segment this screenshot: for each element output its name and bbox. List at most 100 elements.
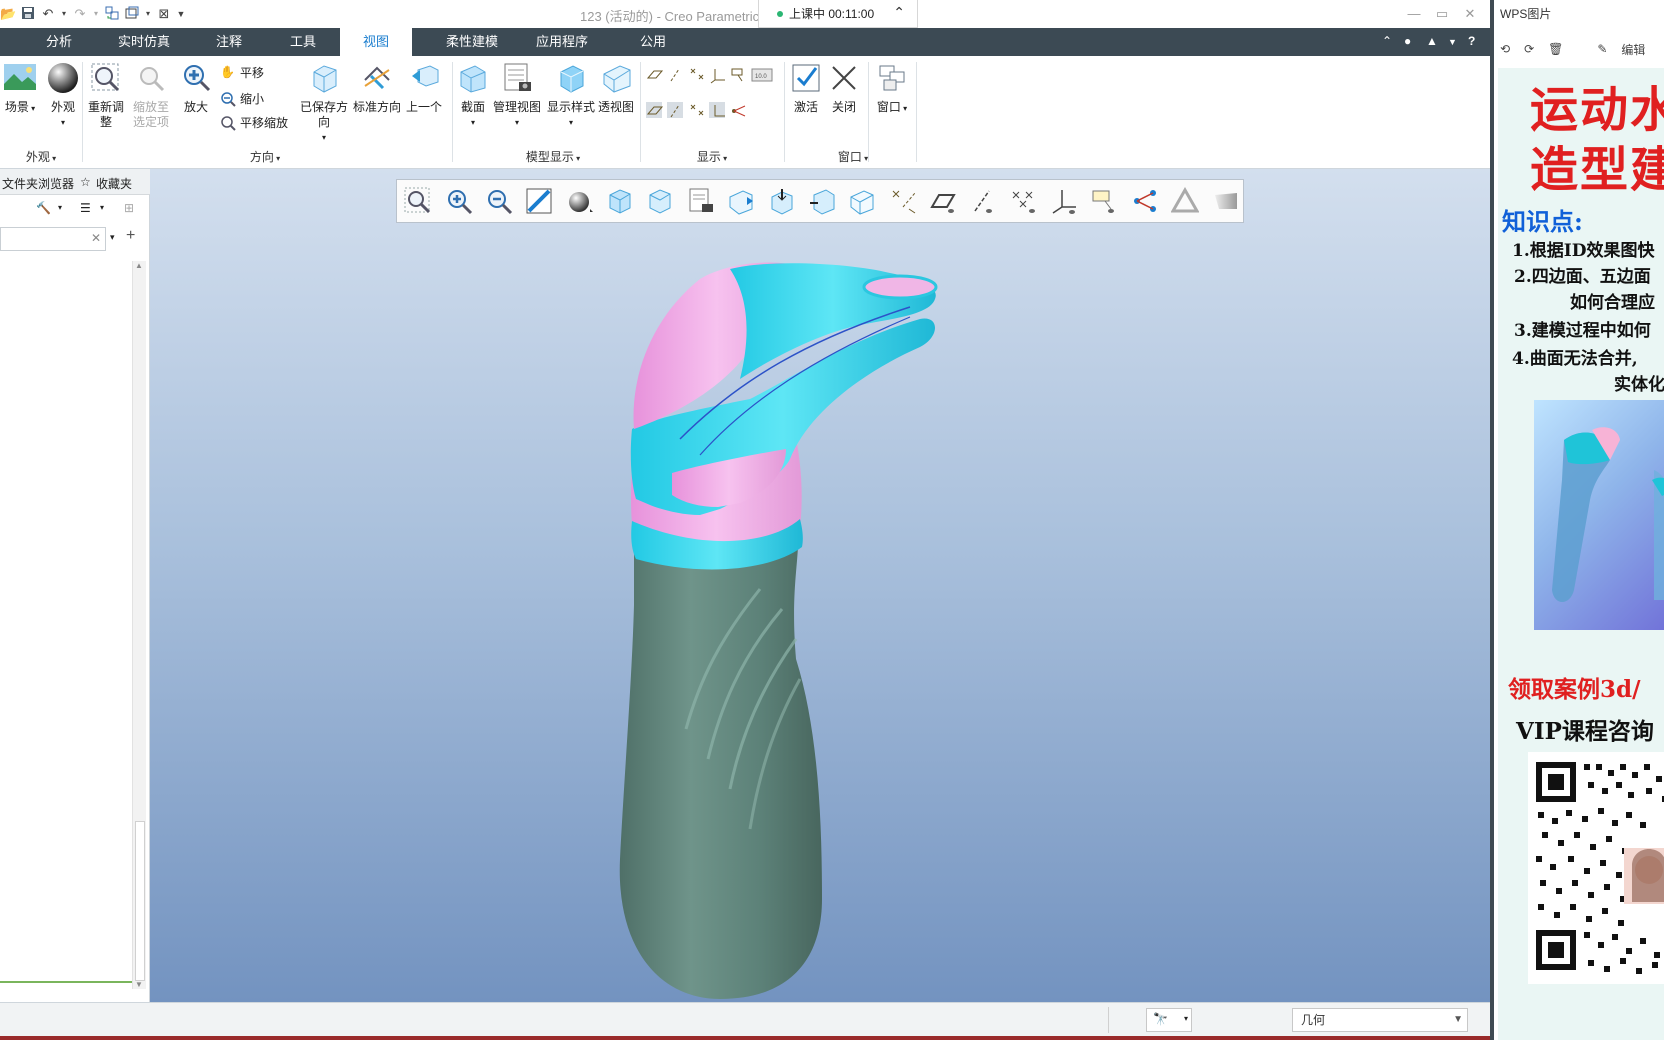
tree-settings-dropdown-icon[interactable]: ▾ — [58, 203, 62, 212]
plane-display-icon[interactable] — [646, 66, 664, 82]
tree-filter-icon[interactable]: ☰ — [80, 201, 91, 215]
plane-display-icon[interactable] — [926, 183, 960, 219]
saved-orientations-icon[interactable] — [603, 183, 637, 219]
refit-icon[interactable] — [401, 183, 435, 219]
annotation-display-icon[interactable] — [730, 66, 746, 82]
tree-columns-icon[interactable]: ⊞ — [124, 201, 134, 215]
selection-filter-select[interactable]: 几何 ▼ — [1292, 1008, 1468, 1032]
tab-applications[interactable]: 应用程序 — [530, 28, 594, 56]
standard-orientation-button[interactable]: 标准方向 — [352, 62, 402, 115]
delete-icon[interactable]: 🗑 — [1548, 42, 1563, 56]
clear-search-icon[interactable]: ✕ — [91, 231, 101, 245]
tab-common[interactable]: 公用 — [630, 28, 676, 56]
find-button[interactable]: 🔭 ▾ — [1146, 1008, 1192, 1032]
point-display-icon[interactable] — [1007, 183, 1041, 219]
rotate-right-icon[interactable]: ⟳ — [1524, 42, 1534, 56]
repaint-icon[interactable] — [522, 183, 556, 219]
edit-label[interactable]: 编辑 — [1621, 41, 1645, 58]
windows-button[interactable]: 窗口 ▾ — [872, 62, 912, 116]
previous-orientation-button[interactable]: 上一个 — [402, 62, 446, 115]
zoom-in-button[interactable]: 放大 — [178, 62, 214, 115]
tree-settings-icon[interactable]: 🔨 — [36, 201, 51, 215]
window-switch-icon[interactable] — [124, 6, 140, 22]
graphics-window[interactable] — [150, 169, 1490, 1002]
search-dropdown-icon[interactable]: ▾ — [110, 232, 115, 243]
display-mode-icon[interactable] — [1168, 183, 1202, 219]
zoom-to-selected-button[interactable]: 缩放至选定项 — [128, 62, 174, 130]
shading-sphere-icon[interactable] — [563, 183, 597, 219]
spin-view-icon[interactable] — [805, 183, 839, 219]
refit-button[interactable]: 重新调整 — [86, 62, 126, 130]
rotate-left-icon[interactable]: ⟲ — [1500, 42, 1510, 56]
tab-flexible-modeling[interactable]: 柔性建模 — [430, 28, 514, 56]
zoom-in-icon[interactable] — [441, 183, 475, 219]
display-style-icon[interactable] — [643, 183, 677, 219]
redo-icon[interactable]: ↷ — [72, 6, 88, 22]
recording-indicator[interactable]: 上课中 00:11:00 ⌃ — [758, 0, 918, 28]
tab-folder-browser[interactable]: 文件夹浏览器 — [2, 175, 74, 192]
scroll-down-icon[interactable]: ▼ — [135, 980, 143, 989]
tab-annotate[interactable]: 注释 — [206, 28, 252, 56]
save-icon[interactable] — [20, 6, 36, 22]
tab-tools[interactable]: 工具 — [280, 28, 326, 56]
plane-tag-display-icon[interactable] — [646, 102, 664, 118]
undo-icon[interactable]: ↶ — [40, 6, 56, 22]
tree-search-input[interactable]: ✕ — [0, 227, 106, 251]
regenerate-icon[interactable] — [104, 6, 120, 22]
csys-tag-display-icon[interactable] — [709, 102, 725, 118]
tab-favorites[interactable]: 收藏夹 — [96, 175, 132, 192]
chevron-down-icon[interactable]: ▼ — [1453, 1009, 1463, 1031]
group-label-orientation[interactable]: 方向 ▾ — [230, 148, 300, 165]
edit-icon[interactable]: ✎ — [1597, 42, 1607, 56]
manage-views-button[interactable]: 管理视图 ▾ — [492, 62, 542, 130]
annotation-display-icon[interactable] — [1087, 183, 1121, 219]
perspective-view-icon[interactable] — [724, 183, 758, 219]
collapse-ribbon-icon[interactable]: ⌃ — [1382, 34, 1392, 48]
chevron-up-icon[interactable]: ⌃ — [893, 4, 905, 21]
group-label-appearance[interactable]: 外观 ▾ — [4, 148, 78, 165]
spin-center-icon[interactable] — [1128, 183, 1162, 219]
zoom-out-icon[interactable] — [482, 183, 516, 219]
appearance-button[interactable]: 外观 ▾ — [44, 62, 82, 130]
find-dropdown-icon[interactable]: ▾ — [1184, 1014, 1188, 1023]
transparent-view-icon[interactable] — [845, 183, 879, 219]
customize-toolbar-icon[interactable]: ▼ — [176, 6, 186, 22]
add-icon[interactable]: + — [126, 227, 135, 245]
scrollbar-thumb[interactable] — [135, 821, 145, 981]
tab-view[interactable]: 视图 — [340, 28, 412, 56]
close-view-button[interactable]: 关闭 — [826, 62, 862, 115]
community-icon[interactable]: ● — [1404, 34, 1411, 48]
scroll-up-icon[interactable]: ▲ — [135, 261, 143, 270]
tag-display-icon[interactable]: 10.0 — [751, 66, 773, 82]
datum-display-icon[interactable] — [886, 183, 920, 219]
csys-display-icon[interactable] — [709, 66, 725, 84]
group-label-show[interactable]: 显示 ▾ — [680, 148, 744, 165]
undo-dropdown-icon[interactable]: ▾ — [60, 6, 68, 22]
learning-icon[interactable]: ▲ — [1426, 34, 1438, 48]
tab-analysis[interactable]: 分析 — [36, 28, 82, 56]
section-view-icon[interactable] — [764, 183, 798, 219]
tab-live-simulation[interactable]: 实时仿真 — [108, 28, 180, 56]
display-style-button[interactable]: 显示样式 ▾ — [544, 62, 598, 130]
help-icon[interactable]: ? — [1468, 34, 1475, 48]
redo-dropdown-icon[interactable]: ▾ — [92, 6, 100, 22]
tree-filter-dropdown-icon[interactable]: ▾ — [100, 203, 104, 212]
pan-zoom-button[interactable]: 平移缩放 — [220, 114, 288, 131]
appearance-swatch-icon[interactable] — [1209, 183, 1243, 219]
activate-button[interactable]: 激活 — [788, 62, 824, 115]
axis-tag-display-icon[interactable] — [667, 102, 683, 118]
point-display-icon[interactable] — [688, 66, 704, 82]
group-label-model-display[interactable]: 模型显示 ▾ — [508, 148, 598, 165]
open-folder-icon[interactable]: 📂 — [0, 6, 16, 22]
perspective-button[interactable]: 透视图 — [596, 62, 636, 115]
zoom-out-button[interactable]: 缩小 — [220, 90, 264, 107]
close-window-icon[interactable]: ⊠ — [156, 6, 172, 22]
view-manager-icon[interactable] — [684, 183, 718, 219]
pan-button[interactable]: ✋ 平移 — [220, 64, 264, 81]
spin-center-icon[interactable] — [730, 102, 746, 118]
window-switch-dropdown-icon[interactable]: ▾ — [144, 6, 152, 22]
group-label-window[interactable]: 窗口 ▾ — [818, 148, 888, 165]
axis-display-icon[interactable] — [667, 66, 683, 82]
maximize-icon[interactable]: ▭ — [1432, 4, 1452, 24]
bottle-3d-model[interactable] — [590, 259, 1050, 999]
